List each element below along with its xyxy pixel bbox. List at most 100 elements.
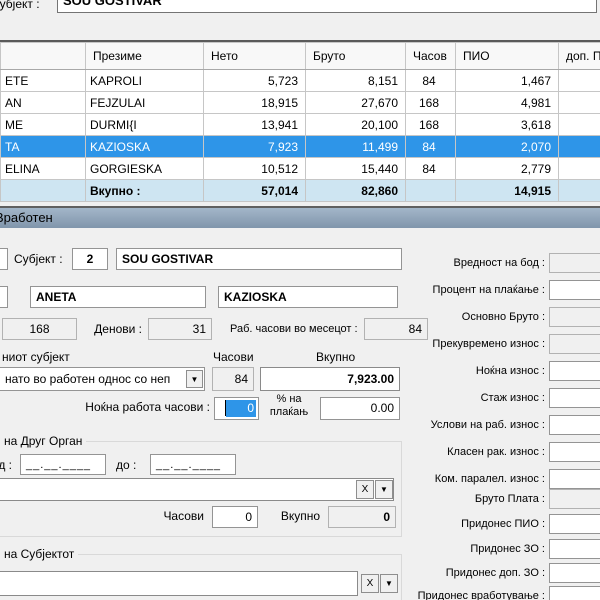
col-firstname[interactable] xyxy=(1,43,86,70)
top-subject-label: Субјект : xyxy=(0,0,40,11)
cell-pio[interactable]: 2,070 xyxy=(456,136,559,158)
col-surname[interactable]: Презиме xyxy=(86,43,204,70)
subject-name-field[interactable]: SOU GOSTIVAR xyxy=(116,248,402,270)
cell-surname[interactable]: GORGIESKA xyxy=(86,158,204,180)
subject-work-clear-button[interactable]: X xyxy=(361,574,379,593)
cell-hours[interactable]: 84 xyxy=(406,136,456,158)
col-dop-pio[interactable]: доп. ПИО xyxy=(559,43,600,70)
work-relation-dropdown-button[interactable]: ▼ xyxy=(186,370,203,388)
payment-percent-label: Процент на плаќање : xyxy=(385,280,545,300)
cell-neto[interactable]: 7,923 xyxy=(204,136,306,158)
class-leader-amount-field[interactable] xyxy=(549,442,600,462)
cell-hours[interactable]: 84 xyxy=(406,158,456,180)
other-organ-clear-button[interactable]: X xyxy=(356,480,374,499)
subject-code-field[interactable]: 2 xyxy=(72,248,108,270)
gross-salary-label: Бруто Плата : xyxy=(385,489,545,509)
col-hours[interactable]: Часов xyxy=(406,43,456,70)
cell-firstname[interactable]: TA xyxy=(1,136,86,158)
top-subject-name-field[interactable]: SOU GOSTIVAR xyxy=(57,0,597,13)
cell-bruto[interactable]: 8,151 xyxy=(306,70,406,92)
cell-bruto[interactable]: 15,440 xyxy=(306,158,406,180)
date-to-label: до : xyxy=(116,458,136,472)
date-from-field[interactable]: __.__.____ xyxy=(20,454,106,475)
cell-surname[interactable]: DURMI{I xyxy=(86,114,204,136)
subject-work-combobox[interactable] xyxy=(0,571,358,596)
selected-text: 0 xyxy=(226,400,256,417)
seniority-amount-field[interactable] xyxy=(549,388,600,408)
cell-pio[interactable]: 4,981 xyxy=(456,92,559,114)
cell-hours[interactable]: 84 xyxy=(406,70,456,92)
last-name-field[interactable]: KAZIOSKA xyxy=(218,286,398,308)
work-relation-combobox[interactable]: нато во работен однос со неп xyxy=(0,367,205,391)
month-hours-label: Раб. часови во месецот : xyxy=(230,323,358,335)
grid-header-row: Презиме Нето Бруто Часов ПИО доп. ПИО xyxy=(1,43,600,70)
percent-pay-label-line1: % на xyxy=(262,393,316,406)
night-hours-field[interactable]: 0 xyxy=(214,397,259,420)
cell-hours[interactable]: 168 xyxy=(406,92,456,114)
cell-pio[interactable]: 1,467 xyxy=(456,70,559,92)
table-row[interactable]: ME DURMI{I 13,941 20,100 168 3,618 xyxy=(1,114,600,136)
other-organ-hours-field[interactable]: 0 xyxy=(212,506,258,528)
col-bruto[interactable]: Бруто xyxy=(306,43,406,70)
cell-surname[interactable]: KAPROLI xyxy=(86,70,204,92)
cell-surname[interactable]: FEJZULAI xyxy=(86,92,204,114)
cell-bruto[interactable]: 20,100 xyxy=(306,114,406,136)
cell-firstname[interactable]: AN xyxy=(1,92,86,114)
additional-health-contribution-field[interactable] xyxy=(549,563,600,583)
committee-parallel-amount-field[interactable] xyxy=(549,469,600,489)
relation-hours-field[interactable]: 84 xyxy=(212,367,254,391)
health-contribution-field[interactable] xyxy=(549,539,600,559)
cell-neto[interactable]: 10,512 xyxy=(204,158,306,180)
employee-window-titlebar[interactable]: Вработен xyxy=(0,206,600,228)
close-icon: X xyxy=(367,578,374,589)
cell-dop-pio[interactable] xyxy=(559,92,600,114)
total-pio: 14,915 xyxy=(456,180,559,202)
close-icon: X xyxy=(362,484,369,495)
table-row[interactable]: ETE KAPROLI 5,723 8,151 84 1,467 xyxy=(1,70,600,92)
cell-hours[interactable]: 168 xyxy=(406,114,456,136)
cell-surname[interactable]: KAZIOSKA xyxy=(86,136,204,158)
table-row-selected[interactable]: TA KAZIOSKA 7,923 11,499 84 2,070 xyxy=(1,136,600,158)
overtime-amount-field xyxy=(549,334,600,354)
table-row[interactable]: AN FEJZULAI 18,915 27,670 168 4,981 xyxy=(1,92,600,114)
cell-neto[interactable]: 13,941 xyxy=(204,114,306,136)
cell-neto[interactable]: 5,723 xyxy=(204,70,306,92)
cell-firstname[interactable]: ELINA xyxy=(1,158,86,180)
health-contribution-label: Придонес ЗО : xyxy=(385,539,545,559)
days-label: Денови : xyxy=(85,322,142,336)
cell-dop-pio[interactable] xyxy=(559,158,600,180)
cell-dop-pio[interactable] xyxy=(559,114,600,136)
cell-neto[interactable]: 18,915 xyxy=(204,92,306,114)
employment-contribution-field[interactable] xyxy=(549,586,600,600)
additional-health-contribution-label: Придонес доп. ЗО : xyxy=(385,563,545,583)
total-bruto: 82,860 xyxy=(306,180,406,202)
clipped-field-left-a[interactable] xyxy=(0,248,8,270)
other-organ-groupbox-title: на Друг Орган xyxy=(0,434,86,448)
pension-contribution-field[interactable] xyxy=(549,514,600,534)
night-amount-field[interactable] xyxy=(549,361,600,381)
cell-dop-pio[interactable] xyxy=(559,136,600,158)
total-neto: 57,014 xyxy=(204,180,306,202)
clipped-field-left-b[interactable] xyxy=(0,286,8,308)
cell-pio[interactable]: 3,618 xyxy=(456,114,559,136)
table-row[interactable]: ELINA GORGIESKA 10,512 15,440 84 2,779 xyxy=(1,158,600,180)
cell-bruto[interactable]: 11,499 xyxy=(306,136,406,158)
work-conditions-amount-label: Услови на раб. износ : xyxy=(385,415,545,435)
payment-percent-field[interactable] xyxy=(549,280,600,300)
committee-parallel-amount-label: Ком. паралел. износ : xyxy=(385,469,545,489)
cell-firstname[interactable]: ME xyxy=(1,114,86,136)
hours-168-field[interactable]: 168 xyxy=(2,318,77,340)
col-neto[interactable]: Нето xyxy=(204,43,306,70)
other-organ-combobox[interactable] xyxy=(0,478,394,501)
cell-firstname[interactable]: ETE xyxy=(1,70,86,92)
work-conditions-amount-field[interactable] xyxy=(549,415,600,435)
days-field[interactable]: 31 xyxy=(148,318,212,340)
cell-pio[interactable]: 2,779 xyxy=(456,158,559,180)
first-name-field[interactable]: ANETA xyxy=(30,286,206,308)
gross-salary-field xyxy=(549,489,600,509)
cell-dop-pio[interactable] xyxy=(559,70,600,92)
date-to-field[interactable]: __.__.____ xyxy=(150,454,236,475)
cell-bruto[interactable]: 27,670 xyxy=(306,92,406,114)
col-pio[interactable]: ПИО xyxy=(456,43,559,70)
chevron-down-icon: ▼ xyxy=(191,375,199,384)
